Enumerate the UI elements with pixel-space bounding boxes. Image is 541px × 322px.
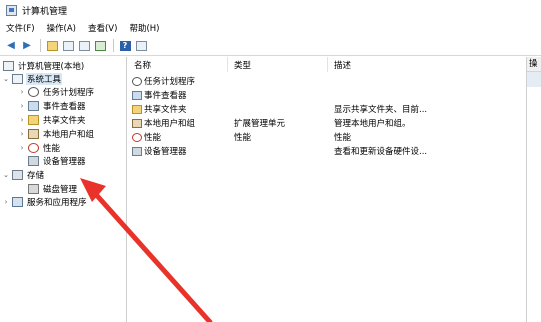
list-row[interactable]: 事件查看器 [128, 88, 525, 102]
navigation-tree: 计算机管理(本地) ⌄ 系统工具 › 任务计划程序 › 事件查看器 › 共享文件… [0, 57, 127, 322]
tree-item-disk-management[interactable]: 磁盘管理 [28, 182, 78, 195]
properties-icon[interactable] [77, 39, 91, 53]
actions-pane: 操 [526, 57, 541, 322]
column-header-name[interactable]: 名称 [128, 57, 228, 72]
tree-item-device-manager[interactable]: 设备管理器 [28, 154, 87, 167]
chevron-right-icon[interactable]: › [18, 116, 26, 124]
menu-view[interactable]: 查看(V) [88, 22, 117, 34]
row-description: 查看和更新设备硬件设... [334, 147, 428, 157]
chevron-right-icon[interactable]: › [2, 198, 10, 206]
tree-item-event-viewer[interactable]: › 事件查看器 [18, 99, 87, 112]
performance-icon [132, 132, 142, 142]
users-icon [28, 128, 39, 139]
row-name: 设备管理器 [132, 144, 228, 158]
computer-management-icon [3, 60, 14, 71]
menu-bar: 文件(F) 操作(A) 查看(V) 帮助(H) [0, 20, 541, 36]
title-bar: 计算机管理 [0, 0, 541, 20]
back-arrow-icon[interactable]: ◀ [4, 39, 18, 53]
row-type [234, 144, 328, 158]
tree-item-shared-folders[interactable]: › 共享文件夹 [18, 113, 87, 126]
row-name: 本地用户和组 [132, 116, 228, 130]
disk-icon [28, 183, 39, 194]
tools-icon [12, 73, 23, 84]
column-header-type[interactable]: 类型 [228, 57, 328, 72]
computer-management-icon [6, 4, 17, 16]
services-icon [12, 196, 23, 207]
chevron-right-icon[interactable]: › [18, 88, 26, 96]
list-row[interactable]: 本地用户和组 扩展管理单元 管理本地用户和组。 [128, 116, 525, 130]
list-row[interactable]: 性能 性能 性能 [128, 130, 525, 144]
show-tree-icon[interactable] [61, 39, 75, 53]
console-icon[interactable] [134, 39, 148, 53]
actions-header: 操 [527, 57, 541, 72]
details-list: 名称 类型 描述 任务计划程序 事件查看器 共享文件夹 显示共享文件夹、目前..… [128, 57, 525, 322]
row-type [234, 102, 328, 116]
menu-action[interactable]: 操作(A) [47, 22, 76, 34]
clock-icon [132, 76, 142, 86]
window-title: 计算机管理 [22, 6, 68, 17]
row-name: 事件查看器 [132, 88, 228, 102]
chevron-right-icon[interactable]: › [18, 102, 26, 110]
folder-icon [28, 114, 39, 125]
chevron-right-icon[interactable]: › [18, 130, 26, 138]
event-log-icon [132, 90, 142, 100]
row-description: 管理本地用户和组。 [334, 119, 411, 129]
tree-item-task-scheduler[interactable]: › 任务计划程序 [18, 85, 95, 98]
forward-arrow-icon[interactable]: ▶ [20, 39, 34, 53]
row-name: 任务计划程序 [132, 74, 228, 88]
list-row[interactable]: 设备管理器 查看和更新设备硬件设... [128, 144, 525, 158]
performance-icon [28, 142, 39, 153]
tree-item-storage[interactable]: ⌄ 存储 [2, 168, 45, 181]
row-description [334, 88, 524, 102]
device-manager-icon [132, 146, 142, 156]
event-log-icon [28, 100, 39, 111]
column-header-description[interactable]: 描述 [328, 57, 525, 72]
chevron-right-icon[interactable]: › [18, 144, 26, 152]
row-type: 扩展管理单元 [234, 119, 286, 129]
menu-help[interactable]: 帮助(H) [129, 22, 159, 34]
storage-icon [12, 169, 23, 180]
users-icon [132, 118, 142, 128]
row-name: 性能 [132, 130, 228, 144]
row-type: 性能 [234, 133, 252, 143]
folder-icon [132, 104, 142, 114]
tree-item-system-tools[interactable]: ⌄ 系统工具 [2, 72, 63, 85]
menu-file[interactable]: 文件(F) [6, 22, 35, 34]
clock-icon [28, 86, 39, 97]
device-manager-icon [28, 155, 39, 166]
row-name: 共享文件夹 [132, 102, 228, 116]
list-row[interactable]: 共享文件夹 显示共享文件夹、目前... [128, 102, 525, 116]
chevron-down-icon[interactable]: ⌄ [2, 171, 10, 179]
tree-item-performance[interactable]: › 性能 [18, 141, 61, 154]
row-type [234, 74, 328, 88]
toolbar-separator [113, 39, 114, 52]
tree-item-local-users[interactable]: › 本地用户和组 [18, 127, 95, 140]
tree-root[interactable]: 计算机管理(本地) [3, 59, 85, 72]
help-icon[interactable]: ? [118, 39, 132, 53]
tree-item-services-apps[interactable]: › 服务和应用程序 [2, 195, 88, 208]
up-folder-icon[interactable] [45, 39, 59, 53]
row-type [234, 88, 328, 102]
row-description [334, 74, 524, 88]
toolbar: ◀ ▶ ? [0, 36, 541, 56]
toolbar-separator [40, 39, 41, 52]
list-row[interactable]: 任务计划程序 [128, 74, 525, 88]
row-description: 显示共享文件夹、目前... [334, 105, 428, 115]
export-icon[interactable] [93, 39, 107, 53]
actions-item[interactable] [527, 72, 541, 87]
chevron-down-icon[interactable]: ⌄ [2, 75, 10, 83]
row-description: 性能 [334, 133, 352, 143]
